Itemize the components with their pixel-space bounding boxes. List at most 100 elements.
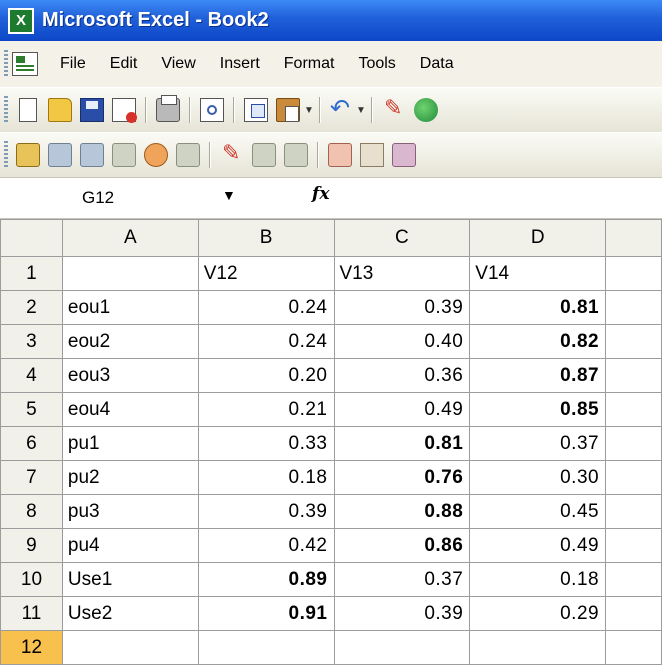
cell-e10[interactable] — [605, 562, 662, 597]
row-header[interactable]: 5 — [0, 392, 63, 427]
menu-tools[interactable]: Tools — [346, 41, 407, 87]
delete-comment-icon[interactable] — [176, 143, 200, 167]
column-header-a[interactable]: A — [61, 219, 199, 257]
column-header-b[interactable]: B — [197, 219, 335, 257]
toolbar-grip[interactable] — [4, 96, 8, 124]
cell-c6[interactable]: 0.81 — [333, 426, 471, 461]
cell-e2[interactable] — [605, 290, 662, 325]
row-header[interactable]: 11 — [0, 596, 63, 631]
cell-a12[interactable] — [61, 630, 199, 665]
undo-dropdown-icon[interactable]: ▼ — [356, 98, 366, 122]
reject-change-icon[interactable] — [392, 143, 416, 167]
paste-icon[interactable] — [276, 98, 300, 122]
cell-b3[interactable]: 0.24 — [197, 324, 335, 359]
cell-d8[interactable]: 0.45 — [469, 494, 607, 529]
ink-icon[interactable] — [382, 96, 406, 122]
cell-a8[interactable]: pu3 — [61, 494, 199, 529]
cell-e5[interactable] — [605, 392, 662, 427]
cell-a4[interactable]: eou3 — [61, 358, 199, 393]
name-box-dropdown-icon[interactable]: ▼ — [222, 187, 236, 203]
cell-d5[interactable]: 0.85 — [469, 392, 607, 427]
cell-a5[interactable]: eou4 — [61, 392, 199, 427]
cell-c9[interactable]: 0.86 — [333, 528, 471, 563]
cell-a7[interactable]: pu2 — [61, 460, 199, 495]
cell-c5[interactable]: 0.49 — [333, 392, 471, 427]
menu-view[interactable]: View — [149, 41, 207, 87]
show-all-comments-icon[interactable] — [144, 143, 168, 167]
new-comment-icon[interactable] — [16, 143, 40, 167]
column-header-e[interactable] — [605, 219, 662, 257]
copy-icon[interactable] — [244, 98, 268, 122]
cell-c1[interactable]: V13 — [333, 256, 471, 291]
open-folder-icon[interactable] — [48, 98, 72, 122]
previous-comment-icon[interactable] — [48, 143, 72, 167]
research-globe-icon[interactable] — [414, 98, 438, 122]
cell-e3[interactable] — [605, 324, 662, 359]
cell-b2[interactable]: 0.24 — [197, 290, 335, 325]
print-icon[interactable] — [156, 95, 180, 122]
cell-d3[interactable]: 0.82 — [469, 324, 607, 359]
cell-d1[interactable]: V14 — [469, 256, 607, 291]
toolbar-grip[interactable] — [4, 141, 8, 169]
cell-b7[interactable]: 0.18 — [197, 460, 335, 495]
next-comment-icon[interactable] — [80, 143, 104, 167]
cell-e11[interactable] — [605, 596, 662, 631]
cell-b8[interactable]: 0.39 — [197, 494, 335, 529]
cell-b9[interactable]: 0.42 — [197, 528, 335, 563]
cell-c3[interactable]: 0.40 — [333, 324, 471, 359]
cell-c12[interactable] — [333, 630, 471, 665]
cell-d11[interactable]: 0.29 — [469, 596, 607, 631]
menu-format[interactable]: Format — [272, 41, 347, 87]
cell-e8[interactable] — [605, 494, 662, 529]
cell-b5[interactable]: 0.21 — [197, 392, 335, 427]
save-icon[interactable] — [80, 98, 104, 122]
menu-insert[interactable]: Insert — [208, 41, 272, 87]
cell-d10[interactable]: 0.18 — [469, 562, 607, 597]
cell-e7[interactable] — [605, 460, 662, 495]
cell-b1[interactable]: V12 — [197, 256, 335, 291]
row-header[interactable]: 4 — [0, 358, 63, 393]
formula-input[interactable] — [352, 182, 656, 214]
print-preview-icon[interactable] — [200, 98, 224, 122]
row-header[interactable]: 1 — [0, 256, 63, 291]
menu-file[interactable]: File — [48, 41, 98, 87]
cell-b10[interactable]: 0.89 — [197, 562, 335, 597]
row-header[interactable]: 8 — [0, 494, 63, 529]
accept-change-icon[interactable] — [360, 143, 384, 167]
cell-c7[interactable]: 0.76 — [333, 460, 471, 495]
row-header[interactable]: 6 — [0, 426, 63, 461]
cell-c2[interactable]: 0.39 — [333, 290, 471, 325]
row-header[interactable]: 3 — [0, 324, 63, 359]
eraser-icon[interactable] — [252, 143, 276, 167]
cell-d12[interactable] — [469, 630, 607, 665]
cell-a11[interactable]: Use2 — [61, 596, 199, 631]
excel-app-icon[interactable]: X — [8, 7, 34, 34]
row-header[interactable]: 10 — [0, 562, 63, 597]
column-header-c[interactable]: C — [333, 219, 471, 257]
column-header-d[interactable]: D — [469, 219, 607, 257]
cell-e6[interactable] — [605, 426, 662, 461]
cell-b12[interactable] — [197, 630, 335, 665]
ink-annotation-icon[interactable] — [220, 141, 244, 167]
row-header-active[interactable]: 12 — [0, 630, 63, 665]
paste-dropdown-icon[interactable]: ▼ — [304, 98, 314, 122]
cell-a2[interactable]: eou1 — [61, 290, 199, 325]
cell-c8[interactable]: 0.88 — [333, 494, 471, 529]
row-header[interactable]: 9 — [0, 528, 63, 563]
menu-data[interactable]: Data — [408, 41, 466, 87]
cell-c4[interactable]: 0.36 — [333, 358, 471, 393]
cell-d4[interactable]: 0.87 — [469, 358, 607, 393]
permission-icon[interactable] — [112, 98, 137, 123]
cell-e1[interactable] — [605, 256, 662, 291]
menu-edit[interactable]: Edit — [98, 41, 150, 87]
cell-b6[interactable]: 0.33 — [197, 426, 335, 461]
cell-e12[interactable] — [605, 630, 662, 665]
delete-ink-icon[interactable] — [284, 143, 308, 167]
cell-b4[interactable]: 0.20 — [197, 358, 335, 393]
cell-e9[interactable] — [605, 528, 662, 563]
name-box[interactable]: G12 ▼ — [0, 178, 236, 218]
workbook-icon[interactable] — [12, 52, 38, 76]
menu-grip[interactable] — [4, 50, 8, 78]
cell-c11[interactable]: 0.39 — [333, 596, 471, 631]
cell-a1[interactable] — [61, 256, 199, 291]
